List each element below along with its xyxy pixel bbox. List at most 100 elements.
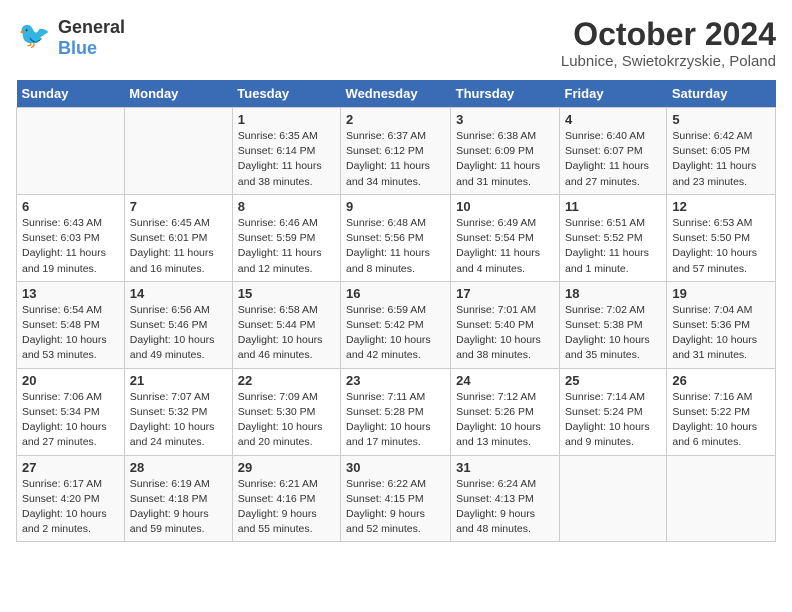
header-row: Sunday Monday Tuesday Wednesday Thursday…	[17, 80, 776, 108]
week-row-4: 27Sunrise: 6:17 AM Sunset: 4:20 PM Dayli…	[17, 455, 776, 542]
day-number: 20	[22, 373, 119, 388]
cell-w3-d3: 23Sunrise: 7:11 AM Sunset: 5:28 PM Dayli…	[341, 368, 451, 455]
cell-w3-d1: 21Sunrise: 7:07 AM Sunset: 5:32 PM Dayli…	[124, 368, 232, 455]
cell-w2-d3: 16Sunrise: 6:59 AM Sunset: 5:42 PM Dayli…	[341, 281, 451, 368]
day-number: 27	[22, 460, 119, 475]
cell-w1-d2: 8 Sunrise: 6:46 AM Sunset: 5:59 PM Daylig…	[232, 194, 340, 281]
header-tuesday: Tuesday	[232, 80, 340, 108]
calendar-table: Sunday Monday Tuesday Wednesday Thursday…	[16, 80, 776, 542]
day-info: Sunrise: 6:38 AM Sunset: 6:09 PM Dayligh…	[456, 129, 554, 190]
week-row-3: 20 Sunrise: 7:06 AM Sunset: 5:34 PM Dayli…	[17, 368, 776, 455]
day-number: 31	[456, 460, 554, 475]
day-info: Sunrise: 6:45 AM Sunset: 6:01 PM Dayligh…	[130, 216, 227, 277]
day-number: 26	[672, 373, 770, 388]
header-thursday: Thursday	[451, 80, 560, 108]
day-number: 12	[672, 199, 770, 214]
cell-w4-d3: 30Sunrise: 6:22 AM Sunset: 4:15 PM Dayli…	[341, 455, 451, 542]
header-saturday: Saturday	[667, 80, 776, 108]
day-info: Sunrise: 7:12 AM Sunset: 5:26 PM Dayligh…	[456, 390, 554, 451]
header-wednesday: Wednesday	[341, 80, 451, 108]
day-number: 13	[22, 286, 119, 301]
day-info: Sunrise: 6:40 AM Sunset: 6:07 PM Dayligh…	[565, 129, 661, 190]
day-number: 7	[130, 199, 227, 214]
day-info: Sunrise: 6:22 AM Sunset: 4:15 PM Dayligh…	[346, 477, 445, 538]
day-info: Sunrise: 7:06 AM Sunset: 5:34 PM Dayligh…	[22, 390, 119, 451]
cell-w0-d6: 5 Sunrise: 6:42 AM Sunset: 6:05 PM Daylig…	[667, 108, 776, 195]
day-number: 10	[456, 199, 554, 214]
day-number: 18	[565, 286, 661, 301]
sub-title: Lubnice, Swietokrzyskie, Poland	[561, 53, 776, 70]
cell-w0-d3: 2Sunrise: 6:37 AM Sunset: 6:12 PM Daylig…	[341, 108, 451, 195]
day-number: 16	[346, 286, 445, 301]
day-number: 3	[456, 112, 554, 127]
cell-w1-d1: 7 Sunrise: 6:45 AM Sunset: 6:01 PM Daylig…	[124, 194, 232, 281]
day-info: Sunrise: 6:37 AM Sunset: 6:12 PM Dayligh…	[346, 129, 445, 190]
day-info: Sunrise: 6:54 AM Sunset: 5:48 PM Dayligh…	[22, 303, 119, 364]
svg-text:🐦: 🐦	[18, 20, 50, 50]
day-info: Sunrise: 6:19 AM Sunset: 4:18 PM Dayligh…	[130, 477, 227, 538]
day-info: Sunrise: 6:24 AM Sunset: 4:13 PM Dayligh…	[456, 477, 554, 538]
day-info: Sunrise: 7:16 AM Sunset: 5:22 PM Dayligh…	[672, 390, 770, 451]
week-row-2: 13 Sunrise: 6:54 AM Sunset: 5:48 PM Dayli…	[17, 281, 776, 368]
cell-w1-d3: 9Sunrise: 6:48 AM Sunset: 5:56 PM Daylig…	[341, 194, 451, 281]
day-number: 15	[238, 286, 335, 301]
cell-w3-d0: 20 Sunrise: 7:06 AM Sunset: 5:34 PM Dayli…	[17, 368, 125, 455]
day-info: Sunrise: 7:14 AM Sunset: 5:24 PM Dayligh…	[565, 390, 661, 451]
day-number: 24	[456, 373, 554, 388]
cell-w0-d2: 1Sunrise: 6:35 AM Sunset: 6:14 PM Daylig…	[232, 108, 340, 195]
week-row-0: 1Sunrise: 6:35 AM Sunset: 6:14 PM Daylig…	[17, 108, 776, 195]
cell-w1-d4: 10Sunrise: 6:49 AM Sunset: 5:54 PM Dayli…	[451, 194, 560, 281]
day-info: Sunrise: 6:43 AM Sunset: 6:03 PM Dayligh…	[22, 216, 119, 277]
day-number: 21	[130, 373, 227, 388]
day-number: 25	[565, 373, 661, 388]
day-number: 17	[456, 286, 554, 301]
logo-text: General Blue	[58, 17, 125, 59]
cell-w4-d4: 31 Sunrise: 6:24 AM Sunset: 4:13 PM Dayli…	[451, 455, 560, 542]
cell-w0-d1	[124, 108, 232, 195]
day-info: Sunrise: 6:56 AM Sunset: 5:46 PM Dayligh…	[130, 303, 227, 364]
day-number: 28	[130, 460, 227, 475]
day-info: Sunrise: 6:21 AM Sunset: 4:16 PM Dayligh…	[238, 477, 335, 538]
logo-svg: 🐦	[16, 16, 54, 54]
cell-w3-d2: 22Sunrise: 7:09 AM Sunset: 5:30 PM Dayli…	[232, 368, 340, 455]
cell-w4-d6	[667, 455, 776, 542]
cell-w4-d1: 28 Sunrise: 6:19 AM Sunset: 4:18 PM Dayli…	[124, 455, 232, 542]
main-title: October 2024	[561, 16, 776, 53]
cell-w4-d0: 27Sunrise: 6:17 AM Sunset: 4:20 PM Dayli…	[17, 455, 125, 542]
day-number: 23	[346, 373, 445, 388]
day-number: 4	[565, 112, 661, 127]
day-info: Sunrise: 6:53 AM Sunset: 5:50 PM Dayligh…	[672, 216, 770, 277]
day-info: Sunrise: 6:46 AM Sunset: 5:59 PM Dayligh…	[238, 216, 335, 277]
cell-w0-d4: 3 Sunrise: 6:38 AM Sunset: 6:09 PM Daylig…	[451, 108, 560, 195]
cell-w4-d5	[560, 455, 667, 542]
day-info: Sunrise: 7:04 AM Sunset: 5:36 PM Dayligh…	[672, 303, 770, 364]
week-row-1: 6 Sunrise: 6:43 AM Sunset: 6:03 PM Daylig…	[17, 194, 776, 281]
cell-w2-d0: 13 Sunrise: 6:54 AM Sunset: 5:48 PM Dayli…	[17, 281, 125, 368]
day-number: 8	[238, 199, 335, 214]
cell-w2-d2: 15 Sunrise: 6:58 AM Sunset: 5:44 PM Dayli…	[232, 281, 340, 368]
day-number: 1	[238, 112, 335, 127]
cell-w2-d4: 17Sunrise: 7:01 AM Sunset: 5:40 PM Dayli…	[451, 281, 560, 368]
day-number: 19	[672, 286, 770, 301]
day-number: 22	[238, 373, 335, 388]
day-number: 29	[238, 460, 335, 475]
cell-w3-d5: 25 Sunrise: 7:14 AM Sunset: 5:24 PM Dayli…	[560, 368, 667, 455]
day-info: Sunrise: 6:42 AM Sunset: 6:05 PM Dayligh…	[672, 129, 770, 190]
logo: 🐦 General Blue	[16, 16, 125, 59]
day-number: 5	[672, 112, 770, 127]
day-number: 9	[346, 199, 445, 214]
header-friday: Friday	[560, 80, 667, 108]
day-number: 11	[565, 199, 661, 214]
header-monday: Monday	[124, 80, 232, 108]
day-info: Sunrise: 7:02 AM Sunset: 5:38 PM Dayligh…	[565, 303, 661, 364]
logo-blue: Blue	[58, 38, 97, 58]
page-header: 🐦 General Blue October 2024 Lubnice, Swi…	[16, 16, 776, 70]
calendar-header: Sunday Monday Tuesday Wednesday Thursday…	[17, 80, 776, 108]
cell-w1-d6: 12 Sunrise: 6:53 AM Sunset: 5:50 PM Dayli…	[667, 194, 776, 281]
cell-w0-d0	[17, 108, 125, 195]
day-info: Sunrise: 6:58 AM Sunset: 5:44 PM Dayligh…	[238, 303, 335, 364]
cell-w2-d6: 19 Sunrise: 7:04 AM Sunset: 5:36 PM Dayli…	[667, 281, 776, 368]
cell-w1-d5: 11Sunrise: 6:51 AM Sunset: 5:52 PM Dayli…	[560, 194, 667, 281]
title-block: October 2024 Lubnice, Swietokrzyskie, Po…	[561, 16, 776, 70]
day-number: 6	[22, 199, 119, 214]
